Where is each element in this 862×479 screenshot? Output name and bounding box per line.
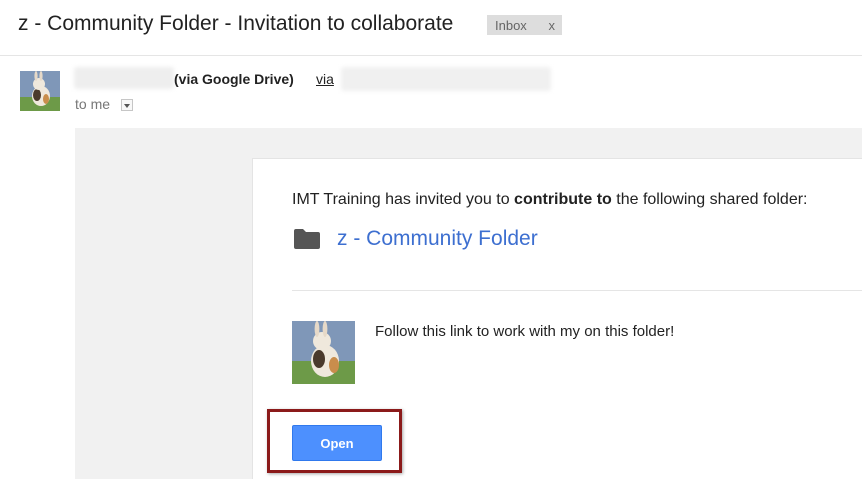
sender-name-redacted <box>74 67 174 89</box>
recipient-label: to me <box>75 96 111 112</box>
sender-avatar <box>20 71 60 111</box>
remove-label-button[interactable]: x <box>549 18 556 33</box>
invite-suffix: the following shared folder: <box>611 191 808 208</box>
dropdown-arrow-icon[interactable] <box>121 99 133 111</box>
folder-icon <box>294 229 320 249</box>
sender-email-redacted <box>341 67 551 91</box>
inbox-label-badge: Inbox x <box>487 15 562 35</box>
invite-prefix: IMT Training has invited you to <box>292 191 515 208</box>
header-divider <box>0 55 862 56</box>
open-button[interactable]: Open <box>292 425 382 461</box>
invitation-message: Follow this link to work with my on this… <box>375 323 675 340</box>
sender-via-service: (via Google Drive) <box>174 71 294 87</box>
invite-bold: contribute to <box>514 191 612 208</box>
via-link[interactable]: via <box>316 71 334 87</box>
card-divider <box>292 290 862 291</box>
invitation-text: IMT Training has invited you to contribu… <box>292 191 807 209</box>
email-subject: z - Community Folder - Invitation to col… <box>18 12 454 35</box>
inviter-avatar <box>292 321 355 384</box>
folder-link[interactable]: z - Community Folder <box>337 227 538 251</box>
inbox-label-text: Inbox <box>495 17 527 33</box>
